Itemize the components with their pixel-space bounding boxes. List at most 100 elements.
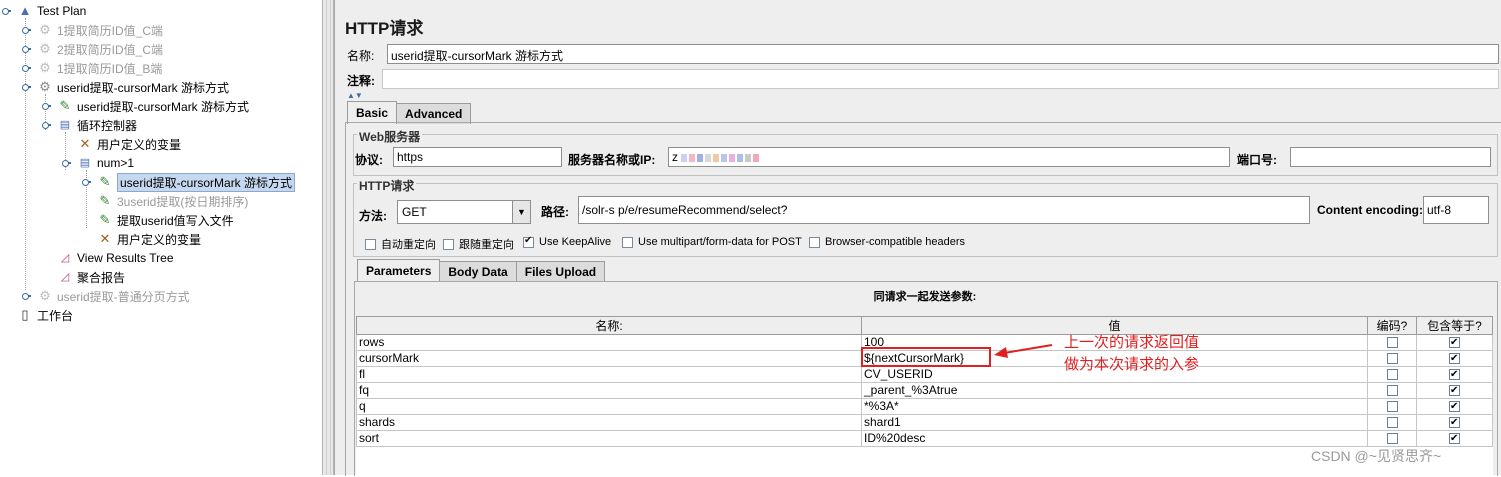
browser-headers-checkbox[interactable]: Browser-compatible headers	[809, 236, 965, 248]
dropdown-arrow-icon[interactable]: ▼	[512, 201, 530, 223]
tree-expand-handle-icon[interactable]	[2, 6, 12, 16]
param-encode-cell[interactable]	[1368, 351, 1417, 367]
tree-node[interactable]: ✕用户定义的变量	[82, 230, 201, 248]
param-name-cell[interactable]: rows	[357, 335, 862, 351]
encode-checkbox[interactable]	[1387, 353, 1398, 364]
param-encode-cell[interactable]	[1368, 367, 1417, 383]
keepalive-checkbox[interactable]: Use KeepAlive	[523, 236, 611, 248]
param-value-cell[interactable]: ID%20desc	[862, 431, 1368, 447]
tree-node[interactable]: ⚙userid提取-cursorMark 游标方式	[22, 78, 229, 96]
tree-node[interactable]: ▯工作台	[2, 306, 73, 324]
tree-node[interactable]: ▤循环控制器	[42, 116, 137, 134]
server-field[interactable]: z	[668, 147, 1230, 167]
tree-expand-handle-icon[interactable]	[22, 63, 32, 73]
table-row[interactable]: shardsshard1	[357, 415, 1493, 431]
tree-node[interactable]: ▲Test Plan	[2, 2, 86, 20]
tree-node[interactable]: ✎3userid提取(按日期排序)	[82, 192, 248, 210]
multipart-checkbox[interactable]: Use multipart/form-data for POST	[622, 236, 802, 248]
tree-expand-handle-icon[interactable]	[62, 158, 72, 168]
table-row[interactable]: fq_parent_%3Atrue	[357, 383, 1493, 399]
tree-node[interactable]: ▤num>1	[62, 154, 134, 172]
param-include-equals-cell[interactable]	[1417, 415, 1493, 431]
auto-redirect-checkbox[interactable]: 自动重定向	[365, 236, 436, 252]
tab-body-data[interactable]: Body Data	[439, 261, 516, 282]
method-value: GET	[402, 205, 427, 219]
tree-expand-handle-icon[interactable]	[22, 44, 32, 54]
param-include-equals-cell[interactable]	[1417, 367, 1493, 383]
path-field[interactable]: /solr-s p/e/resumeRecommend/select?	[578, 196, 1310, 224]
tree-node[interactable]: ⚙1提取简历ID值_C端	[22, 21, 163, 39]
param-include-equals-cell[interactable]	[1417, 351, 1493, 367]
column-header-encode[interactable]: 编码?	[1368, 317, 1417, 335]
tab-parameters[interactable]: Parameters	[357, 259, 440, 282]
tree-expand-handle-icon[interactable]	[22, 291, 32, 301]
protocol-field[interactable]: https	[393, 147, 562, 167]
tree-expand-handle-icon[interactable]	[22, 82, 32, 92]
tab-files-upload[interactable]: Files Upload	[516, 261, 605, 282]
param-encode-cell[interactable]	[1368, 383, 1417, 399]
param-encode-cell[interactable]	[1368, 399, 1417, 415]
tree-expand-handle-icon[interactable]	[82, 177, 92, 187]
tree-node[interactable]: ✎userid提取-cursorMark 游标方式	[42, 97, 249, 115]
include-equals-checkbox[interactable]	[1449, 385, 1460, 396]
tree-node[interactable]: ⚙2提取简历ID值_C端	[22, 40, 163, 58]
param-include-equals-cell[interactable]	[1417, 431, 1493, 447]
encode-checkbox[interactable]	[1387, 417, 1398, 428]
param-name-cell[interactable]: sort	[357, 431, 862, 447]
comment-field[interactable]	[382, 69, 1499, 89]
encode-checkbox[interactable]	[1387, 369, 1398, 380]
tree-node[interactable]: ⚙userid提取-普通分页方式	[22, 287, 190, 305]
param-include-equals-cell[interactable]	[1417, 383, 1493, 399]
param-encode-cell[interactable]	[1368, 415, 1417, 431]
column-header-name[interactable]: 名称:	[357, 317, 862, 335]
split-pane-divider[interactable]	[322, 0, 334, 475]
include-equals-checkbox[interactable]	[1449, 369, 1460, 380]
include-equals-checkbox[interactable]	[1449, 433, 1460, 444]
method-label: 方法:	[359, 207, 387, 224]
tree-node[interactable]: ✕用户定义的变量	[62, 135, 181, 153]
param-include-equals-cell[interactable]	[1417, 335, 1493, 351]
include-equals-checkbox[interactable]	[1449, 417, 1460, 428]
name-label: 名称:	[347, 47, 374, 64]
collapse-arrows-icon[interactable]: ▲▼	[347, 91, 363, 100]
include-equals-checkbox[interactable]	[1449, 353, 1460, 364]
include-equals-checkbox[interactable]	[1449, 337, 1460, 348]
table-row[interactable]: q*%3A*	[357, 399, 1493, 415]
tree-node[interactable]: ✎userid提取-cursorMark 游标方式	[82, 173, 295, 191]
tree-node[interactable]: ◿聚合报告	[42, 268, 125, 286]
include-equals-checkbox[interactable]	[1449, 401, 1460, 412]
path-label: 路径:	[541, 203, 569, 220]
param-name-cell[interactable]: fl	[357, 367, 862, 383]
param-name-cell[interactable]: shards	[357, 415, 862, 431]
param-name-cell[interactable]: q	[357, 399, 862, 415]
table-row[interactable]: sortID%20desc	[357, 431, 1493, 447]
param-encode-cell[interactable]	[1368, 335, 1417, 351]
encode-checkbox[interactable]	[1387, 401, 1398, 412]
port-field[interactable]	[1290, 147, 1491, 167]
param-encode-cell[interactable]	[1368, 431, 1417, 447]
method-select[interactable]: GET ▼	[397, 200, 531, 224]
param-value-cell[interactable]: shard1	[862, 415, 1368, 431]
tree-expand-handle-icon[interactable]	[22, 25, 32, 35]
encode-checkbox[interactable]	[1387, 385, 1398, 396]
param-value-cell[interactable]: *%3A*	[862, 399, 1368, 415]
param-value-cell[interactable]: _parent_%3Atrue	[862, 383, 1368, 399]
tab-basic[interactable]: Basic	[347, 101, 397, 124]
param-include-equals-cell[interactable]	[1417, 399, 1493, 415]
tree-node[interactable]: ⚙1提取简历ID值_B端	[22, 59, 162, 77]
encode-checkbox[interactable]	[1387, 433, 1398, 444]
encoding-field[interactable]: utf-8	[1423, 196, 1489, 224]
tree-node[interactable]: ✎提取userid值写入文件	[82, 211, 234, 229]
name-field[interactable]: userid提取-cursorMark 游标方式	[387, 44, 1499, 64]
tree-expand-handle-icon[interactable]	[42, 101, 52, 111]
follow-redirect-checkbox[interactable]: 跟随重定向	[443, 236, 514, 252]
table-row[interactable]: flCV_USERID	[357, 367, 1493, 383]
encode-checkbox[interactable]	[1387, 337, 1398, 348]
param-name-cell[interactable]: fq	[357, 383, 862, 399]
param-name-cell[interactable]: cursorMark	[357, 351, 862, 367]
column-header-include-equals[interactable]: 包含等于?	[1417, 317, 1493, 335]
tab-advanced[interactable]: Advanced	[396, 103, 471, 124]
tree-node[interactable]: ◿View Results Tree	[42, 249, 174, 267]
tree-expand-handle-icon[interactable]	[42, 120, 52, 130]
annotation-line-2: 做为本次请求的入参	[1064, 354, 1199, 375]
